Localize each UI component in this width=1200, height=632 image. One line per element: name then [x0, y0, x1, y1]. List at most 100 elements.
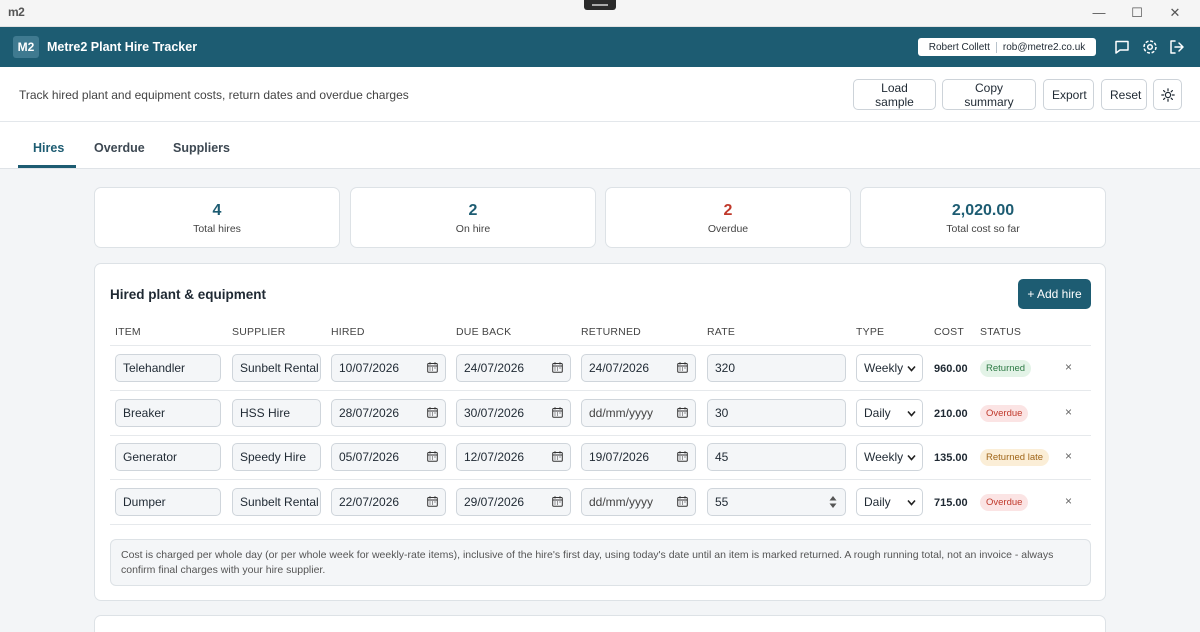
hired-date-input[interactable]: 05/07/2026	[331, 443, 446, 471]
stat-card-total-cost: 2,020.00 Total cost so far	[860, 187, 1106, 248]
secondary-card	[94, 615, 1106, 632]
chevron-down-icon	[907, 365, 916, 372]
hired-date-input[interactable]: 22/07/2026	[331, 488, 446, 516]
logout-icon[interactable]	[1168, 38, 1186, 56]
copy-summary-button[interactable]: Copy summary	[942, 79, 1036, 110]
returned-date-value: 19/07/2026	[589, 450, 650, 464]
returned-date-input[interactable]: dd/mm/yyyy	[581, 399, 696, 427]
calendar-icon[interactable]	[427, 407, 438, 418]
calendar-icon[interactable]	[677, 407, 688, 418]
minimize-button[interactable]: —	[1082, 3, 1116, 23]
due-date-value: 24/07/2026	[464, 361, 525, 375]
table-row: Telehandler Sunbelt Rental 10/07/2026 24…	[110, 346, 1091, 391]
type-select[interactable]: Daily	[856, 399, 923, 427]
due-date-input[interactable]: 24/07/2026	[456, 354, 571, 382]
returned-date-placeholder: dd/mm/yyyy	[589, 406, 654, 420]
user-name: Robert Collett	[928, 41, 990, 53]
due-date-input[interactable]: 12/07/2026	[456, 443, 571, 471]
calendar-icon[interactable]	[552, 362, 563, 373]
rate-input[interactable]: 30	[707, 399, 846, 427]
supplier-input[interactable]: Speedy Hire	[232, 443, 321, 471]
delete-row-button[interactable]: ×	[1065, 405, 1072, 419]
calendar-icon[interactable]	[427, 496, 438, 507]
cost-value: 135.00	[934, 452, 968, 464]
reset-button[interactable]: Reset	[1101, 79, 1147, 110]
stat-label: Total cost so far	[946, 223, 1020, 235]
stat-card-total-hires: 4 Total hires	[94, 187, 340, 248]
user-chip-divider	[995, 41, 997, 53]
calendar-icon[interactable]	[677, 496, 688, 507]
calendar-icon[interactable]	[552, 451, 563, 462]
supplier-input[interactable]: Sunbelt Rental	[232, 354, 321, 382]
os-title-bar: m2 — ☐ ✕	[0, 0, 1200, 27]
returned-date-value: 24/07/2026	[589, 361, 650, 375]
calendar-icon[interactable]	[677, 362, 688, 373]
theme-toggle-button[interactable]	[1153, 79, 1182, 110]
returned-date-input[interactable]: dd/mm/yyyy	[581, 488, 696, 516]
stat-label: On hire	[455, 223, 491, 235]
rate-input[interactable]: 55	[707, 488, 846, 516]
hires-card: Hired plant & equipment + Add hire ITEM …	[94, 263, 1106, 601]
cost-value: 960.00	[934, 363, 968, 375]
calendar-icon[interactable]	[552, 496, 563, 507]
hired-date-value: 10/07/2026	[339, 361, 400, 375]
item-input[interactable]: Generator	[115, 443, 221, 471]
supplier-input[interactable]: Sunbelt Rental	[232, 488, 321, 516]
hired-date-input[interactable]: 10/07/2026	[331, 354, 446, 382]
item-input[interactable]: Breaker	[115, 399, 221, 427]
stat-value: 2,020.00	[951, 202, 1015, 219]
load-sample-button[interactable]: Load sample	[853, 79, 936, 110]
add-hire-button[interactable]: + Add hire	[1018, 279, 1091, 309]
stat-value: 2	[723, 202, 733, 219]
chat-icon[interactable]	[1113, 38, 1131, 56]
stat-value: 4	[212, 202, 222, 219]
type-select[interactable]: Weekly	[856, 443, 923, 471]
delete-row-button[interactable]: ×	[1065, 360, 1072, 374]
type-select-value: Daily	[864, 406, 891, 420]
column-header-due-back: DUE BACK	[456, 326, 512, 338]
stat-card-on-hire: 2 On hire	[350, 187, 596, 248]
os-app-logo: m2	[8, 5, 25, 19]
app-header: M2 Metre2 Plant Hire Tracker Robert Coll…	[0, 27, 1200, 67]
calendar-icon[interactable]	[677, 451, 688, 462]
tab-overdue[interactable]: Overdue	[94, 141, 145, 155]
column-header-item: ITEM	[115, 326, 141, 338]
tab-hires[interactable]: Hires	[33, 141, 64, 155]
app-title: Metre2 Plant Hire Tracker	[47, 40, 198, 54]
type-select-value: Weekly	[864, 361, 904, 375]
hired-date-value: 22/07/2026	[339, 495, 400, 509]
type-select-value: Weekly	[864, 450, 904, 464]
hired-date-input[interactable]: 28/07/2026	[331, 399, 446, 427]
delete-row-button[interactable]: ×	[1065, 494, 1072, 508]
supplier-input[interactable]: HSS Hire	[232, 399, 321, 427]
stat-label: Total hires	[193, 223, 241, 235]
calendar-icon[interactable]	[427, 362, 438, 373]
calendar-icon[interactable]	[427, 451, 438, 462]
returned-date-input[interactable]: 24/07/2026	[581, 354, 696, 382]
item-input[interactable]: Dumper	[115, 488, 221, 516]
returned-date-input[interactable]: 19/07/2026	[581, 443, 696, 471]
number-spinner-icon[interactable]	[829, 495, 837, 509]
app-logo: M2	[13, 36, 39, 58]
due-date-input[interactable]: 29/07/2026	[456, 488, 571, 516]
stat-card-overdue: 2 Overdue	[605, 187, 851, 248]
type-select[interactable]: Daily	[856, 488, 923, 516]
calendar-icon[interactable]	[552, 407, 563, 418]
due-date-value: 29/07/2026	[464, 495, 525, 509]
user-chip[interactable]: Robert Collett rob@metre2.co.uk	[918, 38, 1096, 56]
tab-suppliers[interactable]: Suppliers	[173, 141, 230, 155]
delete-row-button[interactable]: ×	[1065, 449, 1072, 463]
maximize-button[interactable]: ☐	[1120, 3, 1154, 23]
hired-date-value: 05/07/2026	[339, 450, 400, 464]
type-select[interactable]: Weekly	[856, 354, 923, 382]
due-date-input[interactable]: 30/07/2026	[456, 399, 571, 427]
cost-value: 715.00	[934, 497, 968, 509]
close-button[interactable]: ✕	[1158, 3, 1192, 23]
status-badge: Overdue	[980, 494, 1029, 511]
window-drag-handle[interactable]	[584, 0, 616, 10]
rate-input[interactable]: 45	[707, 443, 846, 471]
item-input[interactable]: Telehandler	[115, 354, 221, 382]
settings-icon[interactable]	[1141, 38, 1159, 56]
export-button[interactable]: Export	[1043, 79, 1094, 110]
rate-input[interactable]: 320	[707, 354, 846, 382]
